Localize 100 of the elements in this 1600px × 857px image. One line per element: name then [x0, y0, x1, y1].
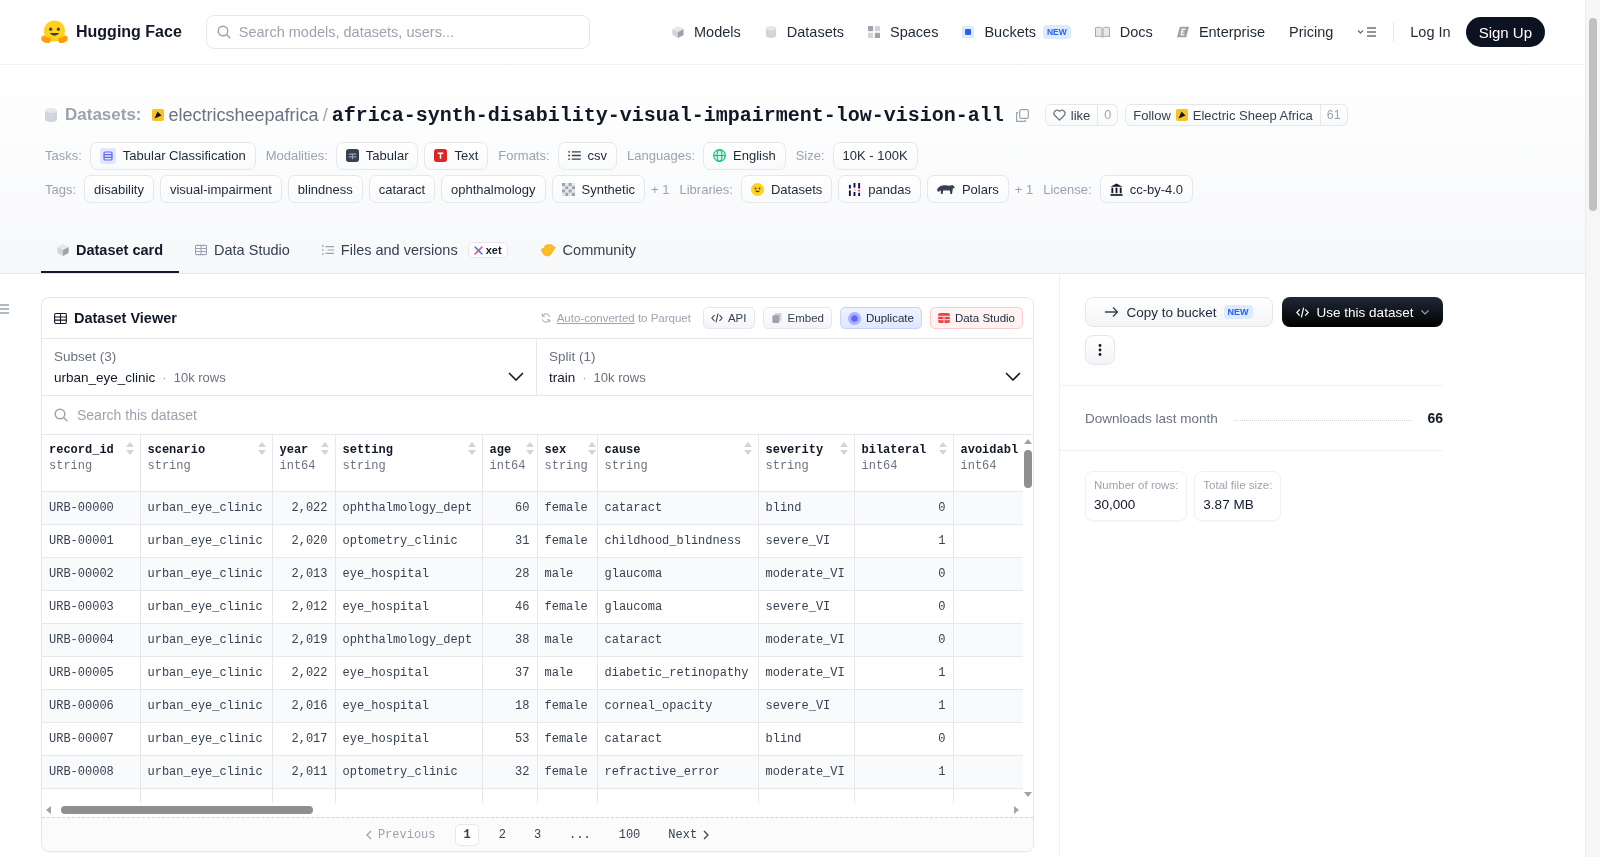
language-chip[interactable]: English	[703, 141, 786, 170]
table-cell: urban_eye_clinic	[140, 722, 272, 755]
table-cell: cataract	[597, 623, 758, 656]
nav-link[interactable]: Spaces	[868, 24, 939, 40]
more-options-button[interactable]	[1085, 335, 1115, 365]
nav-link[interactable]: Models	[672, 24, 741, 40]
task-chip[interactable]: Tabular Classification	[89, 141, 256, 170]
library-chip[interactable]: pandas	[838, 175, 921, 203]
text-icon	[434, 149, 448, 162]
sort-icon[interactable]	[320, 442, 329, 455]
table-icon	[345, 149, 359, 162]
table-cell: glaucoma	[597, 590, 758, 623]
like-button[interactable]: like 0	[1044, 104, 1119, 126]
viewer-action-button[interactable]: API	[702, 307, 755, 329]
nav-link[interactable]: Datasets	[764, 24, 844, 40]
follow-button[interactable]: Follow Electric Sheep Africa 61	[1125, 104, 1348, 126]
conversion-note: Auto-converted to Parquet	[556, 312, 691, 324]
page-button[interactable]: ...	[561, 823, 599, 846]
sort-icon[interactable]	[938, 442, 947, 455]
nav-link[interactable]: Enterprise	[1176, 24, 1265, 40]
smiley-logo-icon[interactable]	[41, 19, 68, 45]
owner-link[interactable]: electricsheepafrica	[168, 104, 319, 126]
license-chip[interactable]: cc-by-4.0	[1099, 175, 1194, 203]
tag-chip[interactable]: disability	[84, 175, 154, 203]
nav-link[interactable]: Docs	[1094, 24, 1153, 40]
modality-chip[interactable]: Tabular	[335, 141, 419, 170]
path-separator: /	[322, 104, 328, 126]
sort-icon[interactable]	[839, 442, 848, 455]
lines-icon[interactable]	[0, 304, 9, 314]
sort-icon[interactable]	[257, 442, 266, 455]
menu-icon[interactable]	[1357, 26, 1378, 38]
login-link[interactable]: Log In	[1410, 24, 1451, 40]
scroll-up-icon[interactable]	[1024, 439, 1032, 444]
code-icon	[710, 313, 723, 323]
search-field[interactable]: Search models, datasets, users...	[205, 15, 590, 49]
nav-link[interactable]: Buckets NEW	[962, 24, 1071, 40]
table-cell: 2,020	[272, 524, 335, 557]
table-cell: 28	[482, 557, 537, 590]
code-icon	[1295, 306, 1309, 318]
tag-chip[interactable]: visual-impairment	[159, 175, 282, 203]
tab[interactable]: Community	[523, 229, 652, 273]
table-cell: eye_hospital	[335, 722, 482, 755]
format-chip[interactable]: csv	[557, 141, 618, 170]
column-name: bilateral	[861, 442, 927, 458]
scroll-right-icon[interactable]	[1014, 806, 1019, 814]
tag-chip[interactable]: blindness	[287, 175, 363, 203]
column-name: severity	[765, 442, 824, 458]
scrollbar-thumb[interactable]	[61, 806, 313, 814]
sort-icon[interactable]	[467, 442, 476, 455]
library-chip[interactable]: Polars	[926, 175, 1009, 203]
table-cell: refractive_error	[597, 755, 758, 788]
library-chip[interactable]: Datasets	[740, 175, 833, 203]
brand-name[interactable]: Hugging Face	[76, 23, 182, 41]
viewer-action-button[interactable]: Duplicate	[839, 307, 922, 329]
sort-icon[interactable]	[125, 442, 134, 455]
sort-icon[interactable]	[743, 442, 752, 455]
table-cell: moderate_VI	[758, 623, 854, 656]
sort-icon[interactable]	[525, 442, 534, 455]
table-cell: cataract	[597, 722, 758, 755]
modality-chip[interactable]: Text	[424, 141, 489, 170]
copy-to-bucket-button[interactable]: Copy to bucket NEW	[1085, 297, 1273, 327]
org-name: Electric Sheep Africa	[1192, 107, 1313, 123]
page-button[interactable]: 2	[490, 823, 514, 846]
tag-chip[interactable]: ophthalmology	[441, 175, 546, 203]
page-button[interactable]: 1	[455, 823, 479, 846]
scroll-down-icon[interactable]	[1024, 792, 1032, 797]
bear-icon	[936, 184, 955, 194]
next-page-button[interactable]: Next	[660, 823, 718, 846]
table-cell: urban_eye_clinic	[140, 524, 272, 557]
tab[interactable]: Data Studio	[179, 229, 306, 273]
refresh-icon	[540, 313, 551, 323]
scrollbar-thumb[interactable]	[1024, 450, 1032, 488]
size-chip[interactable]: 10K - 100K	[832, 141, 918, 170]
facet-label: Tags:	[45, 181, 77, 197]
use-dataset-button[interactable]: Use this dataset	[1282, 297, 1443, 327]
subset-dropdown[interactable]: Subset (3) urban_eye_clinic · 10k rows	[42, 339, 537, 395]
nav-link[interactable]: Pricing	[1288, 24, 1334, 40]
viewer-action-button[interactable]: Data Studio	[929, 307, 1023, 329]
page-button[interactable]: 3	[525, 823, 550, 846]
copy-icon[interactable]	[1015, 108, 1029, 122]
split-dropdown[interactable]: Split (1) train · 10k rows	[537, 339, 1033, 395]
table-cell: URB-00005	[42, 656, 140, 689]
page-button[interactable]: 100	[610, 823, 649, 846]
column-type: string	[147, 458, 192, 474]
smiley-icon	[750, 182, 764, 196]
table-cell: 2,017	[272, 722, 335, 755]
scrollbar-thumb[interactable]	[1589, 18, 1597, 211]
signup-button[interactable]: Sign Up	[1465, 17, 1545, 47]
chevron-down-icon	[1421, 309, 1430, 315]
scroll-left-icon[interactable]	[46, 806, 51, 814]
new-badge: NEW	[1043, 25, 1071, 39]
tag-chip[interactable]: cataract	[368, 175, 435, 203]
table-cell: 60	[482, 491, 537, 524]
page-scrollbar[interactable]	[1585, 0, 1600, 857]
table-cell: severe_VI	[758, 689, 854, 722]
tab[interactable]: Files and versions xet	[305, 229, 524, 273]
sort-icon[interactable]	[587, 442, 596, 455]
tag-chip[interactable]: Synthetic	[551, 175, 646, 203]
viewer-action-button[interactable]: Embed	[762, 307, 832, 329]
tab[interactable]: Dataset card	[41, 229, 180, 273]
